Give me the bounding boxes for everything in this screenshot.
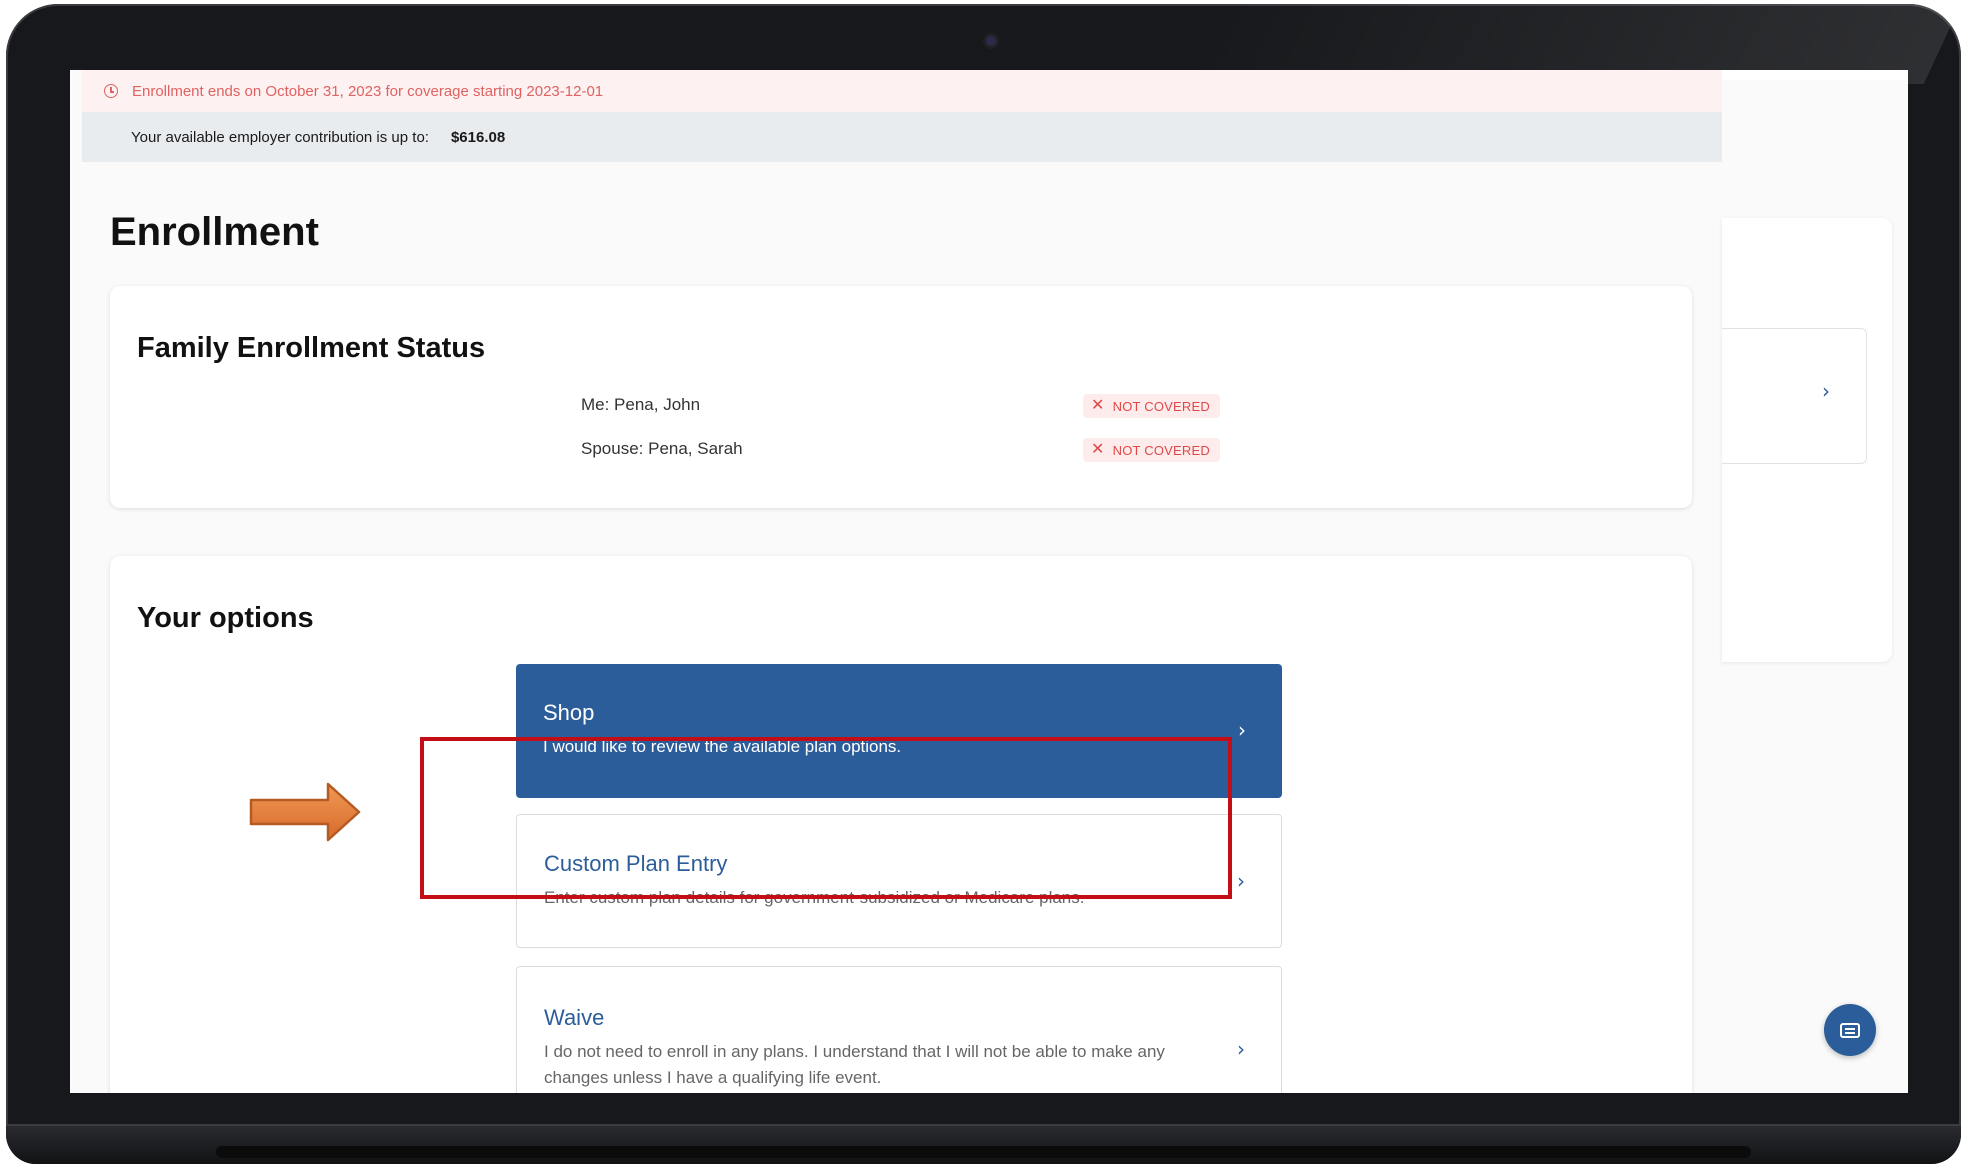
- side-panel-item[interactable]: ›: [1722, 328, 1867, 464]
- member-name: Me: Pena, John: [581, 395, 701, 414]
- pointer-arrow-icon: [249, 782, 361, 842]
- chevron-right-icon: ›: [1822, 379, 1830, 403]
- laptop-frame: Enrollment ends on October 31, 2023 for …: [6, 4, 1961, 1164]
- camera-icon: [986, 36, 996, 46]
- status-badge: ✕ NOT COVERED: [1083, 438, 1220, 462]
- chevron-right-icon: ›: [1237, 1037, 1245, 1061]
- close-icon: ✕: [1091, 397, 1105, 414]
- enrollment-deadline-alert: Enrollment ends on October 31, 2023 for …: [82, 70, 1722, 112]
- family-enrollment-title: Family Enrollment Status: [137, 332, 486, 364]
- chevron-right-icon: ›: [1238, 718, 1246, 742]
- side-panel-top: [1722, 70, 1908, 80]
- employer-contribution-bar: Your available employer contribution is …: [82, 112, 1722, 162]
- chat-icon: [1840, 1022, 1860, 1038]
- clock-icon: [104, 84, 118, 98]
- option-description: I do not need to enroll in any plans. I …: [544, 1042, 1165, 1087]
- side-panel: ›: [1722, 218, 1892, 662]
- screen: Enrollment ends on October 31, 2023 for …: [70, 70, 1908, 1093]
- status-text: NOT COVERED: [1112, 442, 1210, 458]
- option-title: Shop: [543, 700, 595, 725]
- chat-button[interactable]: [1824, 1004, 1876, 1056]
- highlight-box: [420, 737, 1232, 899]
- your-options-title: Your options: [137, 602, 314, 634]
- hinge-notch: [216, 1146, 1751, 1158]
- status-badge: ✕ NOT COVERED: [1083, 394, 1220, 418]
- option-title: Waive: [544, 1005, 605, 1030]
- close-icon: ✕: [1091, 441, 1105, 458]
- contribution-label: Your available employer contribution is …: [131, 128, 429, 146]
- contribution-amount: $616.08: [450, 128, 506, 146]
- status-text: NOT COVERED: [1112, 398, 1210, 414]
- waive-option-button[interactable]: Waive I do not need to enroll in any pla…: [516, 966, 1282, 1093]
- member-name: Spouse: Pena, Sarah: [581, 439, 743, 458]
- page-title: Enrollment: [110, 210, 319, 254]
- alert-text: Enrollment ends on October 31, 2023 for …: [132, 82, 604, 100]
- chevron-right-icon: ›: [1237, 869, 1245, 893]
- laptop-hinge: [6, 1124, 1961, 1164]
- family-enrollment-card: Family Enrollment Status Me: Pena, John …: [110, 286, 1692, 508]
- screen-edge: [70, 70, 76, 1093]
